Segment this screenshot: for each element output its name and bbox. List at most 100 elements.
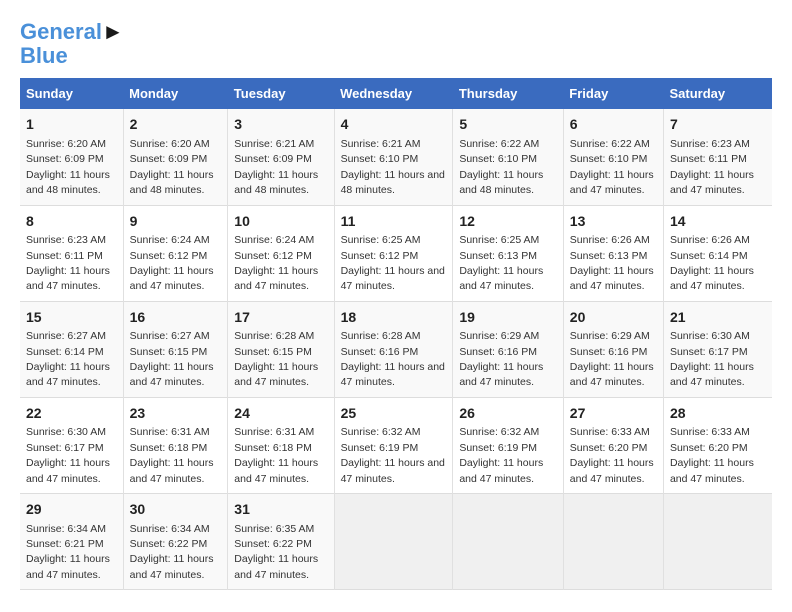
cell-text: Sunrise: 6:23 AMSunset: 6:11 PMDaylight:…	[26, 234, 110, 292]
calendar-cell	[663, 494, 772, 590]
day-number: 24	[234, 404, 327, 424]
cell-text: Sunrise: 6:33 AMSunset: 6:20 PMDaylight:…	[570, 426, 654, 484]
day-number: 29	[26, 500, 117, 520]
day-number: 2	[130, 115, 222, 135]
calendar-cell: 10 Sunrise: 6:24 AMSunset: 6:12 PMDaylig…	[228, 205, 334, 301]
calendar-cell: 6 Sunrise: 6:22 AMSunset: 6:10 PMDayligh…	[563, 109, 663, 205]
cell-text: Sunrise: 6:28 AMSunset: 6:16 PMDaylight:…	[341, 330, 445, 388]
week-row-5: 29 Sunrise: 6:34 AMSunset: 6:21 PMDaylig…	[20, 494, 772, 590]
calendar-cell: 26 Sunrise: 6:32 AMSunset: 6:19 PMDaylig…	[453, 397, 563, 493]
cell-text: Sunrise: 6:31 AMSunset: 6:18 PMDaylight:…	[130, 426, 214, 484]
day-number: 12	[459, 212, 556, 232]
cell-text: Sunrise: 6:22 AMSunset: 6:10 PMDaylight:…	[459, 138, 543, 196]
cell-text: Sunrise: 6:25 AMSunset: 6:13 PMDaylight:…	[459, 234, 543, 292]
logo-text: General►Blue	[20, 20, 124, 68]
cell-text: Sunrise: 6:27 AMSunset: 6:15 PMDaylight:…	[130, 330, 214, 388]
calendar-cell: 31 Sunrise: 6:35 AMSunset: 6:22 PMDaylig…	[228, 494, 334, 590]
day-header-friday: Friday	[563, 78, 663, 109]
cell-text: Sunrise: 6:20 AMSunset: 6:09 PMDaylight:…	[26, 138, 110, 196]
cell-text: Sunrise: 6:28 AMSunset: 6:15 PMDaylight:…	[234, 330, 318, 388]
calendar-cell: 18 Sunrise: 6:28 AMSunset: 6:16 PMDaylig…	[334, 301, 453, 397]
day-number: 9	[130, 212, 222, 232]
calendar-cell: 3 Sunrise: 6:21 AMSunset: 6:09 PMDayligh…	[228, 109, 334, 205]
day-header-wednesday: Wednesday	[334, 78, 453, 109]
calendar-cell: 24 Sunrise: 6:31 AMSunset: 6:18 PMDaylig…	[228, 397, 334, 493]
calendar-cell: 28 Sunrise: 6:33 AMSunset: 6:20 PMDaylig…	[663, 397, 772, 493]
day-number: 30	[130, 500, 222, 520]
cell-text: Sunrise: 6:29 AMSunset: 6:16 PMDaylight:…	[570, 330, 654, 388]
calendar-cell: 17 Sunrise: 6:28 AMSunset: 6:15 PMDaylig…	[228, 301, 334, 397]
day-number: 27	[570, 404, 657, 424]
week-row-3: 15 Sunrise: 6:27 AMSunset: 6:14 PMDaylig…	[20, 301, 772, 397]
calendar-cell	[563, 494, 663, 590]
calendar-cell	[334, 494, 453, 590]
day-header-tuesday: Tuesday	[228, 78, 334, 109]
day-number: 17	[234, 308, 327, 328]
cell-text: Sunrise: 6:23 AMSunset: 6:11 PMDaylight:…	[670, 138, 754, 196]
calendar-table: SundayMondayTuesdayWednesdayThursdayFrid…	[20, 78, 772, 590]
day-number: 6	[570, 115, 657, 135]
logo: General►Blue	[20, 20, 124, 68]
calendar-cell: 5 Sunrise: 6:22 AMSunset: 6:10 PMDayligh…	[453, 109, 563, 205]
header-row: SundayMondayTuesdayWednesdayThursdayFrid…	[20, 78, 772, 109]
cell-text: Sunrise: 6:32 AMSunset: 6:19 PMDaylight:…	[341, 426, 445, 484]
calendar-cell: 27 Sunrise: 6:33 AMSunset: 6:20 PMDaylig…	[563, 397, 663, 493]
calendar-cell: 11 Sunrise: 6:25 AMSunset: 6:12 PMDaylig…	[334, 205, 453, 301]
day-number: 22	[26, 404, 117, 424]
day-header-sunday: Sunday	[20, 78, 123, 109]
cell-text: Sunrise: 6:22 AMSunset: 6:10 PMDaylight:…	[570, 138, 654, 196]
cell-text: Sunrise: 6:34 AMSunset: 6:21 PMDaylight:…	[26, 523, 110, 581]
day-number: 14	[670, 212, 766, 232]
calendar-cell	[453, 494, 563, 590]
page-header: General►Blue	[20, 20, 772, 68]
cell-text: Sunrise: 6:21 AMSunset: 6:09 PMDaylight:…	[234, 138, 318, 196]
day-number: 11	[341, 212, 447, 232]
calendar-cell: 30 Sunrise: 6:34 AMSunset: 6:22 PMDaylig…	[123, 494, 228, 590]
calendar-cell: 12 Sunrise: 6:25 AMSunset: 6:13 PMDaylig…	[453, 205, 563, 301]
week-row-1: 1 Sunrise: 6:20 AMSunset: 6:09 PMDayligh…	[20, 109, 772, 205]
day-number: 7	[670, 115, 766, 135]
calendar-cell: 22 Sunrise: 6:30 AMSunset: 6:17 PMDaylig…	[20, 397, 123, 493]
day-number: 3	[234, 115, 327, 135]
calendar-cell: 16 Sunrise: 6:27 AMSunset: 6:15 PMDaylig…	[123, 301, 228, 397]
cell-text: Sunrise: 6:24 AMSunset: 6:12 PMDaylight:…	[234, 234, 318, 292]
cell-text: Sunrise: 6:21 AMSunset: 6:10 PMDaylight:…	[341, 138, 445, 196]
day-number: 20	[570, 308, 657, 328]
cell-text: Sunrise: 6:27 AMSunset: 6:14 PMDaylight:…	[26, 330, 110, 388]
cell-text: Sunrise: 6:35 AMSunset: 6:22 PMDaylight:…	[234, 523, 318, 581]
week-row-2: 8 Sunrise: 6:23 AMSunset: 6:11 PMDayligh…	[20, 205, 772, 301]
day-header-saturday: Saturday	[663, 78, 772, 109]
day-header-thursday: Thursday	[453, 78, 563, 109]
day-number: 31	[234, 500, 327, 520]
day-number: 26	[459, 404, 556, 424]
calendar-cell: 15 Sunrise: 6:27 AMSunset: 6:14 PMDaylig…	[20, 301, 123, 397]
cell-text: Sunrise: 6:29 AMSunset: 6:16 PMDaylight:…	[459, 330, 543, 388]
cell-text: Sunrise: 6:34 AMSunset: 6:22 PMDaylight:…	[130, 523, 214, 581]
week-row-4: 22 Sunrise: 6:30 AMSunset: 6:17 PMDaylig…	[20, 397, 772, 493]
day-number: 23	[130, 404, 222, 424]
day-number: 1	[26, 115, 117, 135]
cell-text: Sunrise: 6:25 AMSunset: 6:12 PMDaylight:…	[341, 234, 445, 292]
day-number: 4	[341, 115, 447, 135]
cell-text: Sunrise: 6:30 AMSunset: 6:17 PMDaylight:…	[26, 426, 110, 484]
day-number: 16	[130, 308, 222, 328]
calendar-cell: 4 Sunrise: 6:21 AMSunset: 6:10 PMDayligh…	[334, 109, 453, 205]
cell-text: Sunrise: 6:33 AMSunset: 6:20 PMDaylight:…	[670, 426, 754, 484]
calendar-cell: 2 Sunrise: 6:20 AMSunset: 6:09 PMDayligh…	[123, 109, 228, 205]
cell-text: Sunrise: 6:26 AMSunset: 6:14 PMDaylight:…	[670, 234, 754, 292]
calendar-cell: 14 Sunrise: 6:26 AMSunset: 6:14 PMDaylig…	[663, 205, 772, 301]
calendar-cell: 13 Sunrise: 6:26 AMSunset: 6:13 PMDaylig…	[563, 205, 663, 301]
day-number: 5	[459, 115, 556, 135]
calendar-cell: 20 Sunrise: 6:29 AMSunset: 6:16 PMDaylig…	[563, 301, 663, 397]
day-number: 8	[26, 212, 117, 232]
day-number: 13	[570, 212, 657, 232]
calendar-cell: 23 Sunrise: 6:31 AMSunset: 6:18 PMDaylig…	[123, 397, 228, 493]
day-number: 18	[341, 308, 447, 328]
day-number: 28	[670, 404, 766, 424]
cell-text: Sunrise: 6:32 AMSunset: 6:19 PMDaylight:…	[459, 426, 543, 484]
cell-text: Sunrise: 6:24 AMSunset: 6:12 PMDaylight:…	[130, 234, 214, 292]
calendar-cell: 7 Sunrise: 6:23 AMSunset: 6:11 PMDayligh…	[663, 109, 772, 205]
calendar-cell: 21 Sunrise: 6:30 AMSunset: 6:17 PMDaylig…	[663, 301, 772, 397]
calendar-cell: 25 Sunrise: 6:32 AMSunset: 6:19 PMDaylig…	[334, 397, 453, 493]
cell-text: Sunrise: 6:20 AMSunset: 6:09 PMDaylight:…	[130, 138, 214, 196]
